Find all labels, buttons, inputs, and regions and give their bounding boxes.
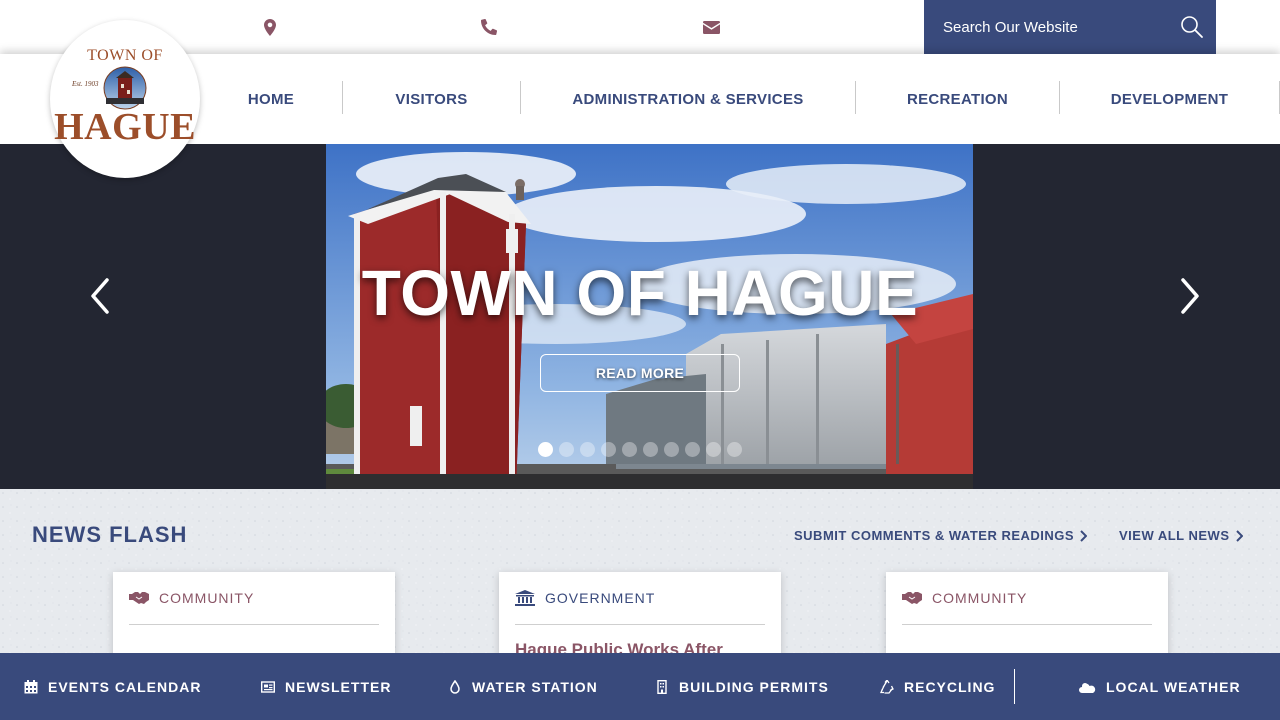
hero-title: TOWN OF HAGUE — [361, 257, 919, 329]
logo-line-bottom: HAGUE — [54, 106, 196, 148]
water-drop-icon — [450, 679, 460, 694]
nav-item-home[interactable]: HOME — [200, 54, 342, 144]
quick-link-label: LOCAL WEATHER — [1106, 678, 1241, 695]
quick-link-water-station[interactable]: WATER STATION — [448, 653, 598, 720]
view-all-news-label: VIEW ALL NEWS — [1119, 528, 1230, 543]
top-utility-bar — [0, 0, 1280, 54]
quick-link-label: RECYCLING — [904, 678, 996, 695]
quick-link-label: EVENTS CALENDAR — [48, 678, 202, 695]
slider-dot[interactable] — [559, 442, 574, 457]
site-search — [924, 0, 1216, 54]
news-flash-heading: NEWS FLASH — [32, 522, 188, 547]
envelope-icon[interactable] — [702, 18, 720, 36]
chevron-right-icon — [1235, 529, 1243, 542]
phone-icon[interactable] — [480, 18, 498, 36]
calendar-icon — [24, 679, 38, 693]
slider-dot[interactable] — [664, 442, 679, 457]
view-all-news-link[interactable]: VIEW ALL NEWS — [1119, 528, 1243, 543]
slider-dot[interactable] — [622, 442, 637, 457]
handshake-icon — [902, 592, 922, 604]
logo-line-top: TOWN OF — [87, 47, 163, 64]
quick-link-label: WATER STATION — [472, 678, 598, 695]
quick-link-local-weather[interactable]: LOCAL WEATHER — [1078, 653, 1241, 720]
news-card-category: COMMUNITY — [902, 572, 1152, 625]
slider-dot[interactable] — [706, 442, 721, 457]
quick-link-label: BUILDING PERMITS — [679, 678, 829, 695]
nav-item-recreation[interactable]: RECREATION — [856, 54, 1059, 144]
slider-prev-arrow-icon[interactable] — [85, 276, 115, 316]
quick-links-divider — [1014, 669, 1015, 704]
news-card-category-label: COMMUNITY — [159, 590, 255, 606]
slider-dot[interactable] — [643, 442, 658, 457]
recycle-icon — [880, 679, 894, 694]
hero-slider: TOWN OF HAGUE READ MORE — [0, 144, 1280, 489]
news-card-category: COMMUNITY — [129, 572, 379, 625]
read-more-button[interactable]: READ MORE — [540, 354, 740, 392]
slider-dot[interactable] — [538, 442, 553, 457]
nav-item-development[interactable]: DEVELOPMENT — [1060, 54, 1279, 144]
quick-link-events-calendar[interactable]: EVENTS CALENDAR — [24, 653, 201, 720]
news-card-category: GOVERNMENT — [515, 572, 765, 625]
slider-dot[interactable] — [685, 442, 700, 457]
slider-pagination — [538, 442, 742, 457]
location-pin-icon[interactable] — [261, 18, 279, 36]
slider-next-arrow-icon[interactable] — [1175, 276, 1205, 316]
search-icon[interactable] — [1180, 15, 1204, 39]
slider-dot[interactable] — [580, 442, 595, 457]
government-building-icon — [515, 590, 535, 606]
slider-dot[interactable] — [727, 442, 742, 457]
quick-links-bar: EVENTS CALENDAR NEWSLETTER WATER STATION… — [0, 653, 1280, 720]
building-icon — [657, 679, 667, 694]
quick-link-recycling[interactable]: RECYCLING — [880, 653, 995, 720]
handshake-icon — [129, 592, 149, 604]
quick-link-label: NEWSLETTER — [285, 678, 392, 695]
quick-link-newsletter[interactable]: NEWSLETTER — [261, 653, 391, 720]
chevron-right-icon — [1080, 529, 1088, 542]
nav-item-visitors[interactable]: VISITORS — [343, 54, 520, 144]
water-tower-emblem-icon — [103, 66, 147, 110]
newspaper-icon — [261, 680, 275, 693]
news-card-category-label: GOVERNMENT — [545, 590, 656, 606]
nav-item-administration-services[interactable]: ADMINISTRATION & SERVICES — [521, 54, 855, 144]
town-logo[interactable]: TOWN OF Est. 1903 HAGUE — [50, 20, 200, 178]
news-card-category-label: COMMUNITY — [932, 590, 1028, 606]
submit-comments-link[interactable]: SUBMIT COMMENTS & WATER READINGS — [794, 528, 1088, 543]
weather-icon — [1079, 682, 1096, 693]
search-input[interactable] — [943, 18, 1180, 36]
logo-established: Est. 1903 — [72, 80, 99, 88]
submit-comments-label: SUBMIT COMMENTS & WATER READINGS — [794, 528, 1075, 543]
slider-dot[interactable] — [601, 442, 616, 457]
quick-link-building-permits[interactable]: BUILDING PERMITS — [655, 653, 829, 720]
